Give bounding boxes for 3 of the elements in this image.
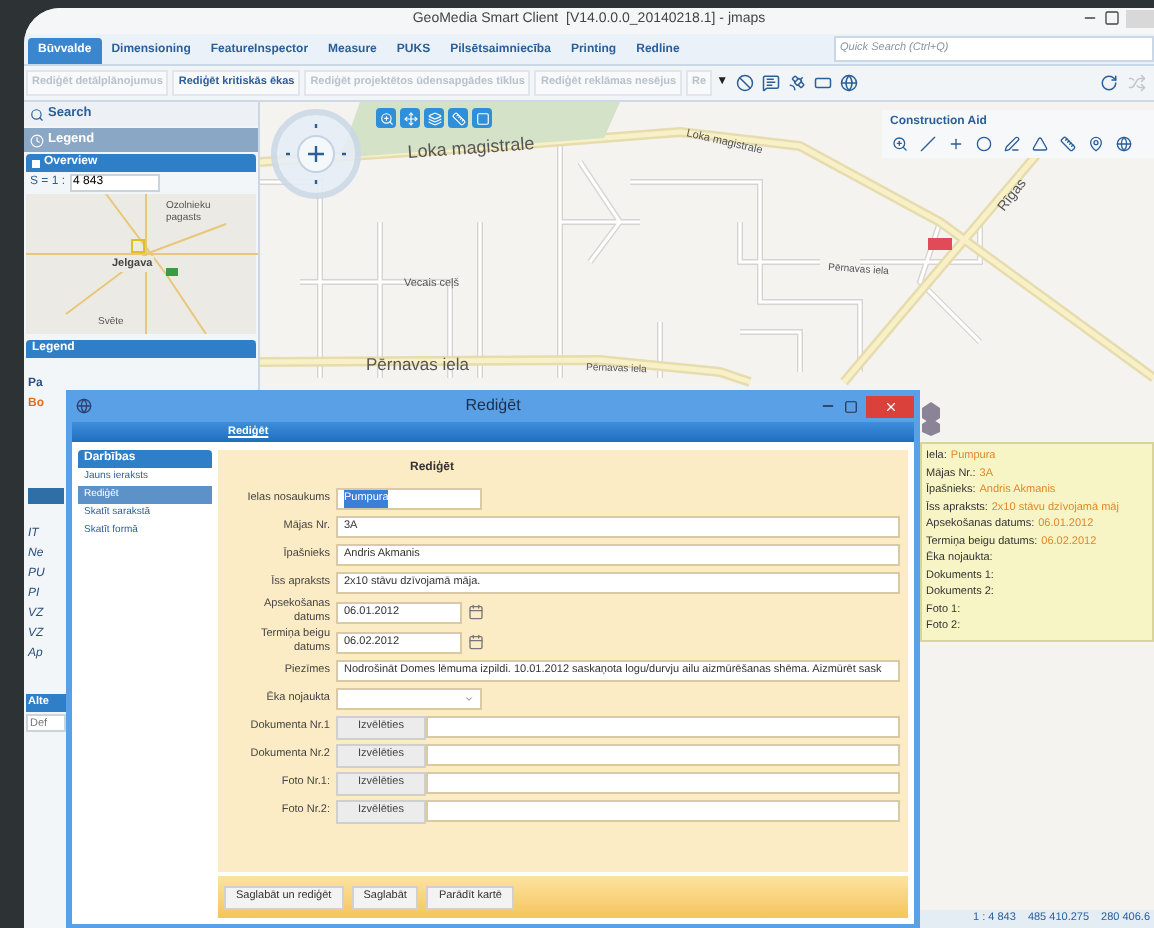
street-label: Loka magistrale bbox=[406, 133, 536, 162]
street-label: Pērnavas iela bbox=[366, 354, 470, 374]
dialog-title: Rediģēt bbox=[465, 394, 521, 418]
